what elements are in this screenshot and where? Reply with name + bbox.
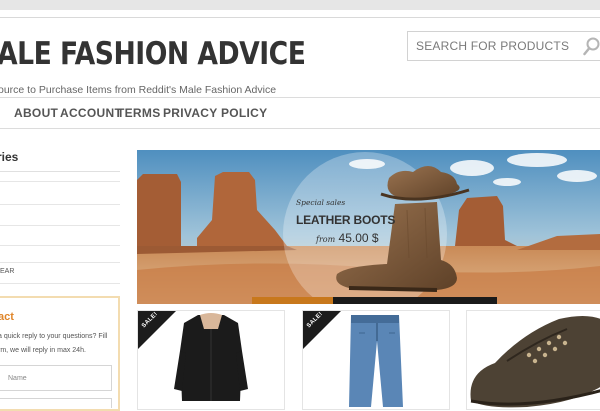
category-row[interactable] [0, 245, 120, 246]
nav-item-account[interactable]: ACCOUNT [60, 106, 122, 120]
coat-image [174, 313, 248, 401]
contact-description: a quick reply to your questions? Fill rm… [0, 333, 108, 354]
slider-dot-3[interactable] [416, 297, 497, 304]
category-row[interactable] [0, 225, 120, 226]
hero-banner[interactable] [137, 150, 600, 304]
banner-price-prefix: from [316, 235, 336, 244]
category-row[interactable] [0, 283, 120, 284]
category-row[interactable] [0, 181, 120, 182]
banner-headline: LEATHER BOOTS [296, 213, 396, 227]
product-card[interactable]: SALE! [302, 310, 450, 410]
nav-item-about[interactable]: ABOUT [14, 106, 58, 120]
slider-dot-1[interactable] [252, 297, 333, 304]
banner-kicker: Special sales [296, 198, 346, 207]
search-box [407, 31, 600, 61]
contact-name-field[interactable] [0, 365, 112, 391]
shoe-image [470, 316, 600, 408]
nav-item-terms[interactable]: TERMS [117, 106, 161, 120]
jeans-image [349, 315, 403, 407]
search-icon[interactable] [583, 37, 600, 57]
contact-email-field[interactable] [0, 398, 112, 408]
product-card[interactable]: SALE! [137, 310, 285, 410]
browser-top-strip [0, 0, 600, 10]
contact-title: act [0, 311, 14, 323]
slider-dot-2[interactable] [334, 297, 415, 304]
banner-price-value: 45.00 $ [338, 231, 379, 245]
slider-pagination [252, 297, 497, 304]
category-item[interactable]: EAR [0, 268, 14, 275]
nav-item-privacy-policy[interactable]: PRIVACY POLICY [163, 106, 267, 120]
category-row[interactable] [0, 262, 120, 263]
header-divider [0, 17, 600, 18]
categories-divider [0, 171, 120, 172]
product-card[interactable] [466, 310, 600, 410]
site-tagline: ource to Purchase Items from Reddit's Ma… [0, 84, 277, 96]
category-row[interactable] [0, 204, 120, 205]
categories-heading: ries [0, 150, 19, 164]
banner-price: from 45.00 $ [316, 231, 379, 245]
site-title[interactable]: ALE FASHION ADVICE [0, 36, 306, 72]
search-input[interactable] [408, 32, 578, 60]
